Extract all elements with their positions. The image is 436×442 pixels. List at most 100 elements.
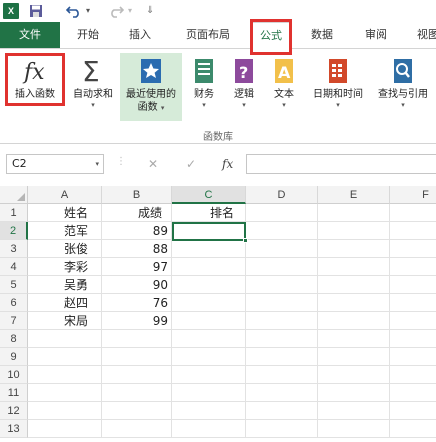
row-header-8[interactable]: 8 [0, 330, 28, 348]
grid-cell[interactable] [390, 222, 436, 240]
grid-cell[interactable] [318, 222, 390, 240]
date-time-button[interactable]: 日期和时间 ▾ [306, 53, 370, 123]
row-header-4[interactable]: 4 [0, 258, 28, 276]
column-header-e[interactable]: E [318, 186, 390, 204]
grid-cell[interactable] [28, 402, 102, 420]
chevron-down-icon[interactable]: ▾ [95, 155, 99, 173]
cell-b3[interactable]: 88 [102, 240, 172, 258]
cell-b5[interactable]: 90 [102, 276, 172, 294]
grid-cell[interactable] [390, 420, 436, 438]
grid-cell[interactable] [172, 240, 246, 258]
row-header-13[interactable]: 13 [0, 420, 28, 438]
grid-cell[interactable] [390, 330, 436, 348]
grid-cell[interactable] [172, 258, 246, 276]
grid-cell[interactable] [318, 402, 390, 420]
grid-cell[interactable] [172, 348, 246, 366]
grid-cell[interactable] [390, 258, 436, 276]
column-header-f[interactable]: F [390, 186, 436, 204]
grid-cell[interactable] [102, 348, 172, 366]
grid-cell[interactable] [28, 384, 102, 402]
enter-icon[interactable]: ✓ [186, 154, 196, 174]
formula-input[interactable] [246, 154, 436, 174]
grid-cell[interactable] [246, 384, 318, 402]
lookup-reference-button[interactable]: 查找与引用 ▾ [372, 53, 434, 123]
cell-a3[interactable]: 张俊 [28, 240, 102, 258]
tab-page-layout[interactable]: 页面布局 [176, 22, 240, 48]
row-header-9[interactable]: 9 [0, 348, 28, 366]
grid-cell[interactable] [172, 402, 246, 420]
grid-cell[interactable] [390, 276, 436, 294]
row-header-7[interactable]: 7 [0, 312, 28, 330]
tab-view[interactable]: 视图 [408, 22, 436, 48]
grid-cell[interactable] [102, 420, 172, 438]
grid-cell[interactable] [172, 276, 246, 294]
grid-cell[interactable] [390, 384, 436, 402]
cell-a6[interactable]: 赵四 [28, 294, 102, 312]
customize-quick-access-icon[interactable]: ⇓ [146, 2, 154, 20]
grid-cell[interactable] [390, 402, 436, 420]
cell-a7[interactable]: 宋局 [28, 312, 102, 330]
grid-cell[interactable] [390, 294, 436, 312]
grid-cell[interactable] [246, 330, 318, 348]
grid-cell[interactable] [246, 258, 318, 276]
cell-a4[interactable]: 李彩 [28, 258, 102, 276]
tab-home[interactable]: 开始 [68, 22, 108, 48]
insert-function-fx-icon[interactable]: fx [222, 154, 233, 174]
grid-cell[interactable] [390, 240, 436, 258]
grid-cell[interactable] [318, 258, 390, 276]
column-header-c[interactable]: C [172, 186, 246, 204]
grid-cell[interactable] [318, 240, 390, 258]
grid-cell[interactable] [318, 330, 390, 348]
autosum-button[interactable]: Σ 自动求和 ▾ [68, 53, 118, 123]
grid-cell[interactable] [28, 366, 102, 384]
cell-a5[interactable]: 吴勇 [28, 276, 102, 294]
fill-handle[interactable] [243, 238, 248, 243]
cancel-icon[interactable]: ✕ [148, 154, 158, 174]
row-header-1[interactable]: 1 [0, 204, 28, 222]
save-icon[interactable] [29, 2, 43, 20]
logical-button[interactable]: ? 逻辑 ▾ [226, 53, 262, 123]
cell-a1[interactable]: 姓名 [28, 204, 102, 222]
row-header-5[interactable]: 5 [0, 276, 28, 294]
grid-cell[interactable] [318, 384, 390, 402]
cell-b4[interactable]: 97 [102, 258, 172, 276]
financial-button[interactable]: 财务 ▾ [186, 53, 222, 123]
grid-cell[interactable] [318, 204, 390, 222]
column-header-a[interactable]: A [28, 186, 102, 204]
cell-c1[interactable]: 排名 [172, 204, 246, 222]
grid-cell[interactable] [246, 420, 318, 438]
active-cell-c2[interactable] [172, 222, 248, 243]
grid-cell[interactable] [172, 366, 246, 384]
name-box[interactable]: C2 ▾ [6, 154, 104, 174]
grid-cell[interactable] [246, 276, 318, 294]
tab-review[interactable]: 审阅 [356, 22, 396, 48]
grid-cell[interactable] [318, 420, 390, 438]
grid-cell[interactable] [246, 294, 318, 312]
column-header-b[interactable]: B [102, 186, 172, 204]
grid-cell[interactable] [28, 330, 102, 348]
grid-cell[interactable] [246, 312, 318, 330]
grid-cell[interactable] [246, 402, 318, 420]
grid-cell[interactable] [28, 348, 102, 366]
row-header-3[interactable]: 3 [0, 240, 28, 258]
grid-cell[interactable] [390, 312, 436, 330]
grid-cell[interactable] [246, 204, 318, 222]
grid-cell[interactable] [172, 384, 246, 402]
cell-b2[interactable]: 89 [102, 222, 172, 240]
grid-cell[interactable] [246, 240, 318, 258]
row-header-10[interactable]: 10 [0, 366, 28, 384]
grid-cell[interactable] [318, 276, 390, 294]
grid-cell[interactable] [390, 348, 436, 366]
redo-dropdown-icon[interactable]: ▾ [128, 2, 132, 20]
grid-cell[interactable] [318, 348, 390, 366]
grid-cell[interactable] [318, 366, 390, 384]
row-header-12[interactable]: 12 [0, 402, 28, 420]
cell-b6[interactable]: 76 [102, 294, 172, 312]
grid-cell[interactable] [390, 366, 436, 384]
grid-cell[interactable] [102, 330, 172, 348]
row-header-11[interactable]: 11 [0, 384, 28, 402]
undo-icon[interactable] [65, 2, 82, 20]
grid-cell[interactable] [246, 348, 318, 366]
tab-insert[interactable]: 插入 [120, 22, 160, 48]
text-button[interactable]: A 文本 ▾ [266, 53, 302, 123]
